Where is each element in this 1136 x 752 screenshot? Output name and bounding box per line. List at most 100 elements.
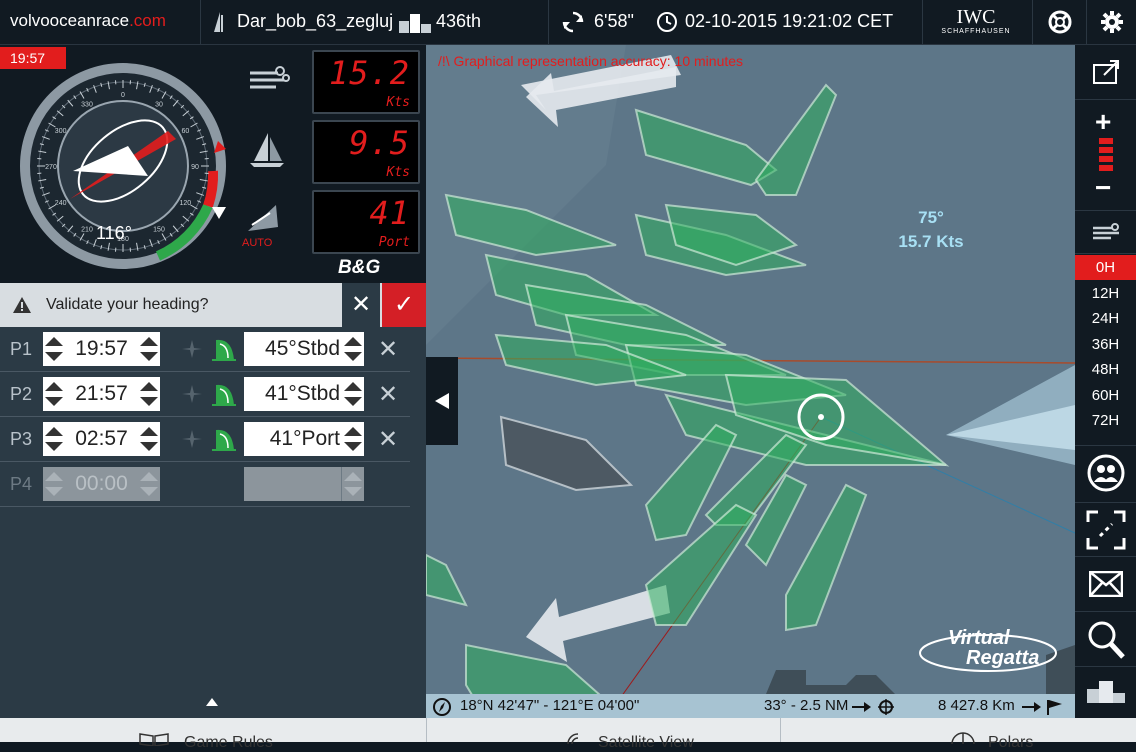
time-input[interactable]: 21:57 [43,377,160,411]
delete-program-button[interactable]: ✕ [378,425,398,454]
map-graphics [426,45,1075,718]
fullscreen-button[interactable] [1075,502,1136,557]
compass-tick-label: 90 [191,164,199,171]
zoom-in-button[interactable]: + [1095,106,1111,138]
tab-polars[interactable]: Polars [950,718,1100,742]
program-row: P2 21:57 41°Stbd ✕ [0,372,410,417]
compass-tick-label: 150 [153,226,165,233]
arrow-target-icon [852,699,896,715]
compass-tick-label: 0 [121,92,125,99]
compass-tick-label: 60 [181,128,189,135]
time-stepper-right[interactable] [138,332,160,366]
confirm-button[interactable]: ✓ [382,283,426,327]
time-stepper-left[interactable] [43,377,65,411]
delete-program-button[interactable]: ✕ [378,335,398,364]
search-button[interactable] [1075,612,1136,667]
sail-mode-icon[interactable] [210,426,238,454]
compass-tick-label: 120 [180,200,192,207]
heading-input[interactable]: 45°Stbd [244,332,364,366]
polars-icon [950,732,976,746]
heading-readout: 116° [96,223,132,244]
players-button[interactable] [1075,445,1136,503]
top-bar: volvooceanrace.com Dar_bob_63_zegluj 436… [0,0,1136,45]
heading-stepper[interactable] [342,332,364,366]
tab-game-rules[interactable]: Game Rules [138,718,338,742]
time-stepper-left[interactable] [43,422,65,456]
virtual-regatta-logo: Virtual Regatta [918,623,1058,679]
delete-program-button[interactable]: ✕ [378,380,398,409]
validate-bar: Validate your heading? ✕ ✓ [0,283,426,327]
validate-text: Validate your heading? [46,296,209,314]
external-view-button[interactable] [1075,45,1136,100]
tab-satellite-view[interactable]: Satellite View [566,718,766,742]
sail-icon [212,12,228,34]
heading-stepper[interactable] [342,422,364,456]
forecast-hour-60h[interactable]: 60H [1075,383,1136,408]
sail-mode-icon[interactable] [210,336,238,364]
satellite-icon [566,732,588,746]
time-input[interactable]: 19:57 [43,332,160,366]
cancel-button[interactable]: ✕ [342,283,380,327]
ranking-button[interactable] [1075,667,1136,718]
collapse-left-panel-button[interactable] [426,357,458,445]
autopilot-helm-icon[interactable] [244,203,280,235]
compass-tick-label: 330 [81,102,93,109]
forecast-hour-24h[interactable]: 24H [1075,306,1136,331]
heading-input[interactable]: 41°Port [244,422,364,456]
time-stepper-left[interactable] [43,467,65,501]
program-label: P1 [10,339,32,360]
sail-mode-icon[interactable] [210,381,238,409]
wind-icon [248,65,290,95]
program-label: P2 [10,384,32,405]
distance-readout: 8 427.8 Km [938,697,1015,714]
compass-tick-label: 300 [55,128,67,135]
wind-layer-button[interactable] [1075,211,1136,254]
forecast-hour-12h[interactable]: 12H [1075,281,1136,306]
heading-stepper[interactable] [341,467,364,501]
settings-gear-icon[interactable] [1100,10,1124,34]
time-input[interactable]: 02:57 [43,422,160,456]
time-input[interactable]: 00:00 [43,467,160,501]
time-stepper-right[interactable] [138,467,160,501]
lifebuoy-icon[interactable] [1048,10,1072,34]
forecast-hours: 0H12H24H36H48H60H72H [1075,255,1136,435]
forecast-hour-48h[interactable]: 48H [1075,357,1136,382]
external-link-icon [1092,59,1120,85]
time-stepper-left[interactable] [43,332,65,366]
refresh-icon[interactable] [562,11,584,33]
time-stepper-right[interactable] [138,422,160,456]
heading-stepper[interactable] [342,377,364,411]
forecast-hour-72h[interactable]: 72H [1075,408,1136,433]
forecast-hour-36h[interactable]: 36H [1075,332,1136,357]
compass-tick-label: 210 [81,226,93,233]
collapse-panel-icon[interactable] [206,698,218,706]
program-label: P3 [10,429,32,450]
zoom-out-button[interactable]: − [1095,172,1111,204]
book-icon [138,732,170,746]
program-list: P1 19:57 45°Stbd ✕ P2 21:57 [0,327,410,507]
arrow-flag-icon [1022,698,1066,716]
players-icon [1087,454,1125,492]
instruments-panel: 19:57 0306090120150180210240270300330 11… [0,45,426,283]
accuracy-warning: /!\ Graphical representation accuracy: 1… [438,53,743,69]
forecast-hour-0h[interactable]: 0H [1075,255,1136,280]
datetime: 02-10-2015 19:21:02 CET [685,11,893,32]
heading-input[interactable] [244,467,364,501]
brand-logo[interactable]: volvooceanrace.com [10,11,166,31]
wind-icon [1091,223,1123,243]
map-view[interactable]: /!\ Graphical representation accuracy: 1… [426,45,1075,718]
heading-input[interactable]: 41°Stbd [244,377,364,411]
bearing-readout: 33° - 2.5 NM [764,697,848,714]
compass-icon [432,697,452,717]
heading-marker-icon [212,207,226,221]
chevron-left-icon [435,393,449,409]
time-stepper-right[interactable] [138,377,160,411]
refresh-countdown: 6'58" [594,11,634,32]
messages-button[interactable] [1075,557,1136,612]
program-row: P3 02:57 41°Port ✕ [0,417,410,462]
boat-speed-icon [248,133,286,167]
envelope-icon [1089,571,1123,597]
twa-display: 41Port [312,190,420,254]
bg-brand-logo: B&G [338,257,380,279]
boat-name: Dar_bob_63_zegluj [237,11,393,32]
